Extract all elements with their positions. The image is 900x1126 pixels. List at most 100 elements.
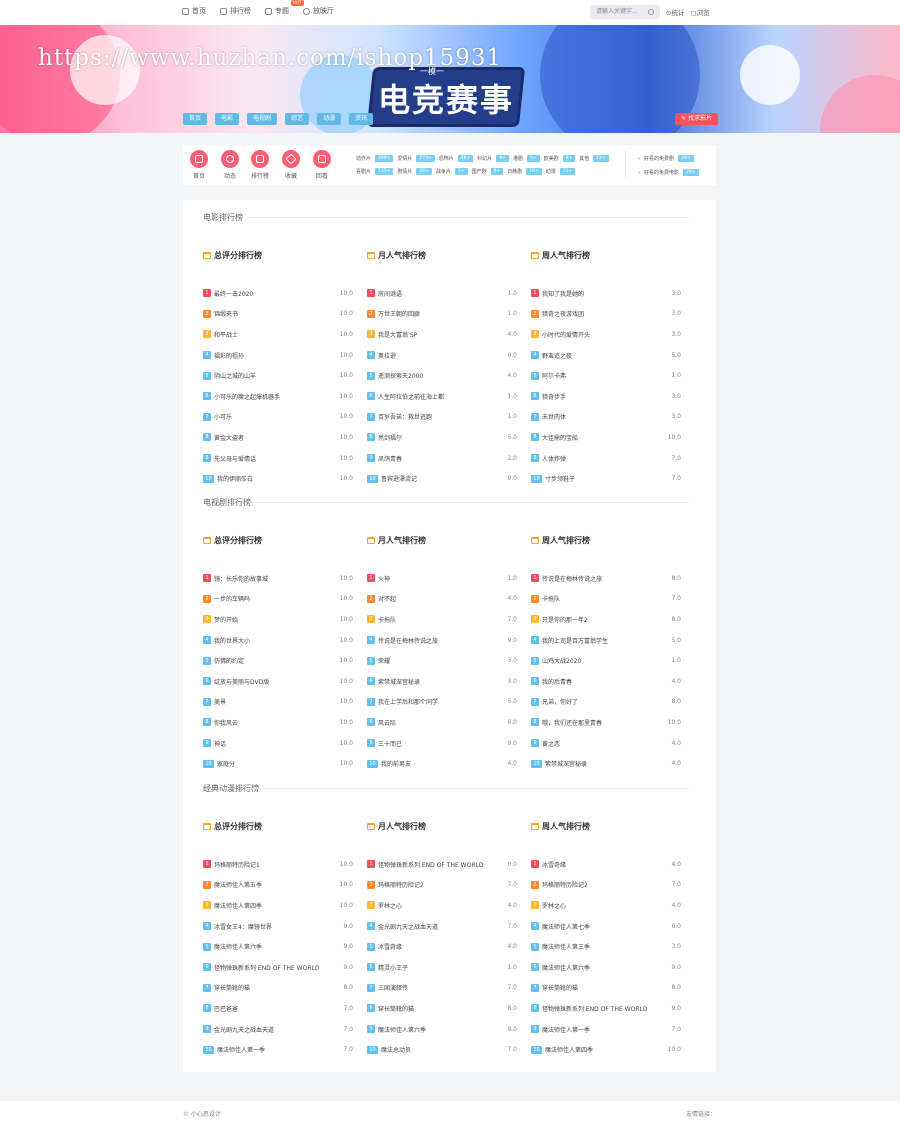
quick-ranking[interactable]: 排行榜 <box>248 150 272 180</box>
item-title[interactable]: 梦的开始 <box>214 615 333 624</box>
ranking-row[interactable]: 8 黄金大盗者 10.0 <box>203 427 353 448</box>
item-title[interactable]: 卡拖队 <box>542 594 661 603</box>
item-title[interactable]: 紫禁城深宫秘录 <box>378 677 497 686</box>
history-link[interactable]: ▢浏览 <box>690 7 709 17</box>
quick-dynamic[interactable]: 动态 <box>218 150 242 180</box>
item-title[interactable]: 我的伊丽莎白 <box>217 474 333 483</box>
ranking-row[interactable]: 2 一步的车辆吗 10.0 <box>203 589 353 610</box>
right-link[interactable]: › 好看的免费电影 29+ <box>638 169 699 176</box>
ranking-row[interactable]: 2 猎奇之夜游戏团 3.0 <box>531 304 681 325</box>
ranking-row[interactable]: 4 冰雪女王4：魔镜世界 9.0 <box>203 916 353 937</box>
banner-nav-item[interactable]: 资讯 <box>349 113 374 125</box>
item-title[interactable]: 对不起 <box>378 594 497 603</box>
top-nav-home[interactable]: 首页 <box>182 6 206 16</box>
item-title[interactable]: 家庭分 <box>217 759 333 768</box>
item-title[interactable]: 穿长筒靴的猫 <box>542 983 661 992</box>
ranking-row[interactable]: 8 你我风云 10.0 <box>203 712 353 733</box>
ranking-row[interactable]: 10 魔法师佳人第四季 10.0 <box>531 1039 681 1060</box>
ranking-row[interactable]: 2 卡拖队 7.0 <box>531 589 681 610</box>
ranking-row[interactable]: 8 风云际 6.0 <box>367 712 517 733</box>
stats-link[interactable]: ⊙统计 <box>666 7 684 17</box>
ranking-row[interactable]: 10 紫禁城深宫秘录 4.0 <box>531 753 681 774</box>
ranking-row[interactable]: 9 人体炸弹 7.0 <box>531 448 681 469</box>
ranking-row[interactable]: 4 奥拉逊 0.0 <box>367 345 517 366</box>
item-title[interactable]: 寸步领鞋子 <box>545 474 661 483</box>
ranking-row[interactable]: 6 我的后青春 4.0 <box>531 671 681 692</box>
item-title[interactable]: 山鸡大战2020 <box>542 656 661 665</box>
ranking-row[interactable]: 9 先父母与爱情话 10.0 <box>203 448 353 469</box>
item-title[interactable]: 和平战士 <box>214 330 333 339</box>
ranking-row[interactable]: 8 怪物弹珠新系列 END OF THE WORLD 9.0 <box>531 998 681 1019</box>
item-title[interactable]: 魔法师佳人第七季 <box>542 922 661 931</box>
item-title[interactable]: 奥拉逊 <box>378 351 497 360</box>
ranking-row[interactable]: 5 遥测探索天2000 4.0 <box>367 365 517 386</box>
category-link[interactable]: 科幻片 <box>477 155 492 162</box>
ranking-row[interactable]: 2 锦缎夹书 10.0 <box>203 304 353 325</box>
ranking-row[interactable]: 7 小可乐 10.0 <box>203 407 353 428</box>
item-title[interactable]: 我是大富翁 SP <box>378 330 497 339</box>
item-title[interactable]: 冰雪奇缘 <box>378 942 497 951</box>
item-title[interactable]: 我的上司是百万富翁学生 <box>542 636 661 645</box>
ranking-row[interactable]: 7 穿长筒靴的猫 8.0 <box>531 978 681 999</box>
ranking-row[interactable]: 7 未世肉体 3.0 <box>531 407 681 428</box>
ranking-row[interactable]: 5 魔法师佳人第三季 3.0 <box>531 936 681 957</box>
banner-nav-item[interactable]: 首页 <box>183 113 208 125</box>
item-title[interactable]: 穿长筒靴的猫 <box>378 1004 497 1013</box>
item-title[interactable]: 小可乐 <box>214 412 333 421</box>
item-title[interactable]: 精灵小王子 <box>378 963 497 972</box>
ranking-row[interactable]: 1 房间谜语 1.0 <box>367 283 517 304</box>
ranking-row[interactable]: 3 小时代的爱情开头 3.0 <box>531 324 681 345</box>
ranking-row[interactable]: 8 巴巴爸爸 7.0 <box>203 998 353 1019</box>
item-title[interactable]: 穿长筒靴的猫 <box>214 983 333 992</box>
ranking-row[interactable]: 4 我的上司是百万富翁学生 5.0 <box>531 630 681 651</box>
ranking-row[interactable]: 1 传说是在梅林传说之旅 8.0 <box>531 568 681 589</box>
ranking-row[interactable]: 6 魔法师佳人第六季 9.0 <box>531 957 681 978</box>
top-nav-ranking[interactable]: 排行榜 <box>220 6 251 16</box>
ranking-row[interactable]: 9 凤鸽青春 2.0 <box>367 448 517 469</box>
item-title[interactable]: 锦缎夹书 <box>214 309 333 318</box>
ranking-row[interactable]: 7 穿长筒靴的猫 8.0 <box>203 978 353 999</box>
item-title[interactable]: 阴山之城的山羊 <box>214 371 333 380</box>
ranking-row[interactable]: 5 荣耀 3.0 <box>367 650 517 671</box>
ranking-row[interactable]: 1 我知了我是她的 3.0 <box>531 283 681 304</box>
item-title[interactable]: 冰雪女王4：魔镜世界 <box>214 922 333 931</box>
ranking-row[interactable]: 10 家庭分 10.0 <box>203 753 353 774</box>
item-title[interactable]: 传说是在梅林传说之旅 <box>542 574 661 583</box>
ranking-row[interactable]: 7 美景 10.0 <box>203 692 353 713</box>
item-title[interactable]: 兄弟，你好了 <box>542 697 661 706</box>
ranking-row[interactable]: 4 魔法师佳人第七季 6.0 <box>531 916 681 937</box>
ranking-row[interactable]: 3 只是你的那一年2 8.0 <box>531 609 681 630</box>
item-title[interactable]: 魔法师佳人第一季 <box>542 1025 661 1034</box>
category-link[interactable]: 恐怖片 <box>439 155 454 162</box>
ranking-row[interactable]: 5 阿尔卡弗 1.0 <box>531 365 681 386</box>
item-title[interactable]: 巴巴爸爸 <box>214 1004 333 1013</box>
item-title[interactable]: 未世肉体 <box>542 412 661 421</box>
ranking-row[interactable]: 8 亮剑福尔 5.0 <box>367 427 517 448</box>
ranking-row[interactable]: 5 山鸡大战2020 1.0 <box>531 650 681 671</box>
item-title[interactable]: 传说是在梅林传说之旅 <box>378 636 497 645</box>
item-title[interactable]: 黄金大盗者 <box>214 433 333 442</box>
ranking-row[interactable]: 8 哦，我们还在那里青春 10.0 <box>531 712 681 733</box>
item-title[interactable]: 魔法师佳人第四季 <box>545 1045 661 1054</box>
ranking-row[interactable]: 10 寸步领鞋子 7.0 <box>531 468 681 489</box>
item-title[interactable]: 我的世界大小 <box>214 636 333 645</box>
ranking-row[interactable]: 2 魔法师佳人第五季 10.0 <box>203 875 353 896</box>
ranking-row[interactable]: 10 鲁宾逊漂流记 9.0 <box>367 468 517 489</box>
item-title[interactable]: 人体炸弹 <box>542 454 661 463</box>
item-title[interactable]: 荣耀 <box>378 656 497 665</box>
category-link[interactable]: 日韩剧 <box>507 168 522 175</box>
item-title[interactable]: 人生阿拉伯之前往海上都 <box>378 392 497 401</box>
item-title[interactable]: 遥测探索天2000 <box>378 371 497 380</box>
ranking-row[interactable]: 9 魔法师佳人第六季 9.0 <box>367 1019 517 1040</box>
item-title[interactable]: 小时代的爱情开头 <box>542 330 661 339</box>
item-title[interactable]: 凤鸽青春 <box>378 454 497 463</box>
ranking-row[interactable]: 3 魔法师佳人第四季 10.0 <box>203 895 353 916</box>
ranking-row[interactable]: 7 兄弟，你好了 8.0 <box>531 692 681 713</box>
item-title[interactable]: 神话 <box>214 739 333 748</box>
item-title[interactable]: 最终一击2020 <box>214 289 333 298</box>
category-link[interactable]: 爱情片 <box>397 155 412 162</box>
item-title[interactable]: 魔法师佳人第五季 <box>214 880 333 889</box>
quick-review[interactable]: 回看 <box>310 150 334 180</box>
item-title[interactable]: 我在上学后和那个同学 <box>378 697 497 706</box>
item-title[interactable]: 魔法总动员 <box>381 1045 497 1054</box>
